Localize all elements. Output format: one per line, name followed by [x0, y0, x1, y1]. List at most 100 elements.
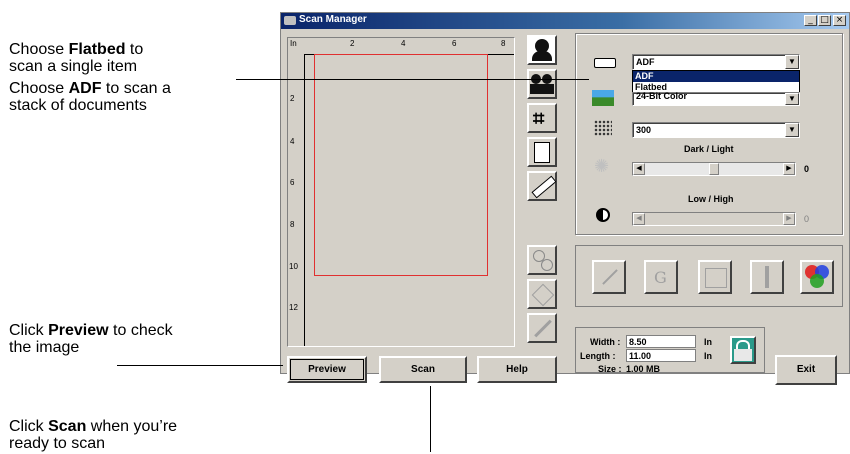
- ruler-tick-label: 2: [290, 94, 295, 103]
- lock-button[interactable]: [730, 336, 756, 364]
- contrast-slider[interactable]: ◀ ▶: [632, 212, 796, 226]
- eyedropper-button[interactable]: [527, 313, 557, 343]
- settings-group: ADF ▼ ADF Flatbed 24-Bit Color ▼ 300 ▼ D…: [575, 33, 843, 235]
- scan-callout: Click Scan when you’re ready to scan: [9, 418, 269, 452]
- callout-bold: Scan: [48, 418, 87, 435]
- descreen-button[interactable]: [750, 260, 784, 294]
- slider-left-arrow[interactable]: ◀: [633, 213, 645, 225]
- adf-callout: Choose ADF to scan a stack of documents: [9, 80, 269, 114]
- scan-area-frame[interactable]: [314, 54, 488, 276]
- callout-text: to check: [108, 322, 173, 339]
- brightness-icon: ✺: [594, 156, 610, 177]
- size-value: 1.00 MB: [626, 364, 661, 374]
- crop-button[interactable]: ⌗: [527, 103, 557, 133]
- exit-button[interactable]: Exit: [775, 355, 837, 385]
- length-label: Length :: [580, 351, 616, 361]
- ruler-button[interactable]: [527, 171, 557, 201]
- filter-icon: [705, 268, 727, 288]
- ruler-tick-label: 10: [289, 262, 298, 271]
- width-label: Width :: [590, 337, 621, 347]
- chevron-down-icon[interactable]: ▼: [785, 93, 799, 105]
- adjustment-group: G: [575, 245, 843, 307]
- callout-text: the image: [9, 339, 80, 356]
- descreen-icon: [765, 266, 769, 288]
- length-unit: In: [704, 351, 712, 361]
- callout-text: ready to scan: [9, 435, 106, 452]
- callout-text: Click: [9, 322, 49, 339]
- callout-text: Click: [9, 418, 49, 435]
- source-option-adf[interactable]: ADF: [633, 71, 799, 82]
- slider-right-arrow[interactable]: ▶: [783, 163, 795, 175]
- callout-text: to scan a: [101, 80, 171, 97]
- resolution-select[interactable]: 300 ▼: [632, 122, 800, 138]
- callout-text: when you’re: [86, 418, 178, 435]
- source-select[interactable]: ADF ▼: [632, 54, 800, 70]
- callout-text: to: [125, 41, 144, 58]
- window-title: Scan Manager: [299, 14, 367, 25]
- ruler-tick-label: 4: [401, 39, 406, 48]
- top-ruler: In 2 4 6 8: [288, 38, 514, 55]
- callout-line-scan: [430, 386, 431, 452]
- ruler-tick-label: 4: [290, 137, 295, 146]
- filter-button[interactable]: [698, 260, 732, 294]
- sharpen-icon: [602, 269, 618, 285]
- callout-bold: Preview: [48, 322, 109, 339]
- low-high-label: Low / High: [688, 194, 734, 204]
- people-body: [530, 84, 554, 94]
- chevron-down-icon[interactable]: ▼: [785, 55, 799, 69]
- ruler-tick-label: 6: [452, 39, 457, 48]
- left-ruler: 2 4 6 8 10 12: [288, 54, 305, 346]
- callout-bold: ADF: [68, 80, 102, 97]
- person-body: [532, 51, 552, 61]
- dark-light-label: Dark / Light: [684, 144, 734, 154]
- tool-button-disabled[interactable]: [527, 279, 557, 309]
- title-bar: Scan Manager _ □ ×: [281, 13, 849, 29]
- size-group: Width : 8.50 In Length : 11.00 In Size :…: [575, 327, 765, 374]
- color-mode-select[interactable]: 24-Bit Color ▼: [632, 91, 800, 106]
- maximize-button[interactable]: □: [818, 15, 831, 26]
- tool-icon: [531, 283, 555, 307]
- color-mode-value: 24-Bit Color: [636, 91, 688, 101]
- brightness-slider[interactable]: ◀ ▶: [632, 162, 796, 176]
- source-select-value: ADF: [636, 57, 655, 67]
- gamma-button[interactable]: G: [644, 260, 678, 294]
- resolution-value: 300: [636, 125, 652, 135]
- faces-icon: [541, 259, 553, 271]
- sharpen-button[interactable]: [592, 260, 626, 294]
- callout-text: Choose: [9, 80, 69, 97]
- paper-size-icon: [534, 142, 550, 163]
- brightness-value: 0: [804, 164, 810, 174]
- minimize-button[interactable]: _: [804, 15, 817, 26]
- ruler-tick-label: 8: [501, 39, 506, 48]
- scan-button[interactable]: Scan: [379, 356, 467, 383]
- color-match-button[interactable]: [800, 260, 834, 294]
- ruler-tick-label: 12: [289, 303, 298, 312]
- auto-scan-button[interactable]: [527, 35, 557, 65]
- ruler-icon: [531, 175, 557, 199]
- contrast-icon: [596, 208, 610, 222]
- help-button[interactable]: Help: [477, 356, 557, 383]
- paper-size-button[interactable]: [527, 137, 557, 167]
- width-unit: In: [704, 337, 712, 347]
- multi-user-button[interactable]: [527, 69, 557, 99]
- scan-manager-window: Scan Manager _ □ × In 2 4 6 8 2 4 6 8 10…: [280, 12, 850, 385]
- width-field[interactable]: 8.50: [626, 335, 696, 348]
- ruler-tick-label: 6: [290, 178, 295, 187]
- preview-button[interactable]: Preview: [287, 356, 367, 383]
- face-button[interactable]: [527, 245, 557, 275]
- eyedropper-icon: [534, 319, 552, 338]
- callout-bold: Flatbed: [68, 41, 126, 58]
- close-button[interactable]: ×: [833, 15, 846, 26]
- slider-left-arrow[interactable]: ◀: [633, 163, 645, 175]
- ruler-tick-label: 8: [290, 220, 295, 229]
- callout-text: Choose: [9, 41, 69, 58]
- lock-body: [734, 349, 752, 361]
- chevron-down-icon[interactable]: ▼: [785, 123, 799, 137]
- length-field[interactable]: 11.00: [626, 349, 696, 362]
- slider-thumb[interactable]: [709, 163, 719, 175]
- crop-icon: ⌗: [533, 106, 545, 130]
- size-label: Size :: [598, 364, 622, 374]
- slider-right-arrow[interactable]: ▶: [783, 213, 795, 225]
- callout-line-preview: [117, 365, 283, 366]
- ruler-tick-label: 2: [350, 39, 355, 48]
